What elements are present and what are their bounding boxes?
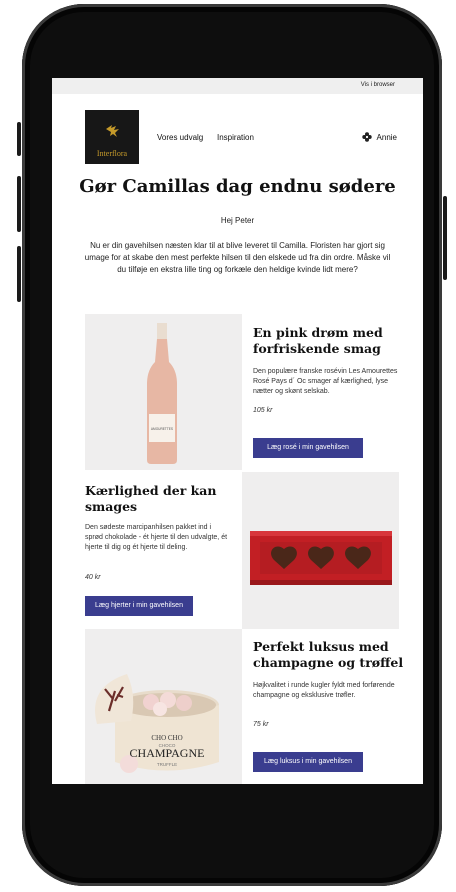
top-bar: Vis i browser	[52, 78, 423, 94]
interflora-logo[interactable]: Interflora	[85, 110, 139, 164]
box-label: CHAMPAGNE	[130, 746, 205, 760]
nav-inspiration[interactable]: Inspiration	[217, 133, 254, 142]
add-luxury-button[interactable]: Læg luksus i min gavehilsen	[253, 752, 363, 772]
volume-down-button	[17, 246, 21, 302]
price-hearts: 40 kr	[85, 574, 101, 581]
user-menu[interactable]: Annie	[361, 132, 397, 142]
chocolate-hearts-image[interactable]	[242, 472, 399, 629]
rose-wine-image[interactable]: AMOURETTES	[85, 314, 242, 470]
product-title-champagne: Perfekt luksus med champagne og trøffel	[253, 639, 404, 670]
bottle-label: AMOURETTES	[151, 427, 173, 431]
price-wine: 105 kr	[253, 407, 273, 414]
box-brand: CHO CHO	[151, 734, 182, 742]
view-in-browser-link[interactable]: Vis i browser	[361, 82, 395, 88]
page-title: Gør Camillas dag endnu sødere	[79, 176, 396, 197]
product-desc-champagne: Højkvalitet i runde kugler fyldt med for…	[253, 682, 395, 699]
champagne-truffles-image[interactable]: CHO CHO CHOCO CHAMPAGNE TRUFFLE	[85, 629, 242, 784]
volume-up-button	[17, 176, 21, 232]
add-rose-button[interactable]: Læg rosé i min gavehilsen	[253, 438, 363, 458]
box-small: TRUFFLE	[157, 762, 177, 767]
greeting: Hej Peter	[220, 216, 255, 225]
email-screen: Vis i browser Interflora Vores udvalg In…	[52, 78, 423, 784]
intro-text: Nu er din gavehilsen næsten klar til at …	[84, 241, 391, 274]
flower-icon	[361, 132, 372, 142]
truffle-box-icon: CHO CHO CHOCO CHAMPAGNE TRUFFLE	[95, 674, 219, 773]
product-desc-hearts: Den sødeste marcipanhilsen pakket ind i …	[85, 524, 228, 551]
product-title-hearts: Kærlighed der kan smages	[85, 483, 217, 514]
add-hearts-button[interactable]: Læg hjerter i min gavehilsen	[85, 596, 193, 616]
power-button	[443, 196, 447, 280]
header: Interflora Vores udvalg Inspiration Anni…	[52, 94, 423, 164]
mute-switch	[17, 122, 21, 156]
product-desc-wine: Den populære franske rosévin Les Amouret…	[253, 368, 398, 395]
user-name: Annie	[376, 132, 397, 142]
logo-text: Interflora	[96, 149, 128, 158]
heart-box-icon	[250, 531, 392, 585]
nav-vores-udvalg[interactable]: Vores udvalg	[157, 133, 203, 142]
product-title-wine: En pink drøm med forfriskende smag	[253, 325, 383, 356]
mercury-icon	[106, 125, 119, 137]
price-champagne: 75 kr	[253, 721, 269, 728]
wine-bottle-icon: AMOURETTES	[147, 323, 177, 464]
